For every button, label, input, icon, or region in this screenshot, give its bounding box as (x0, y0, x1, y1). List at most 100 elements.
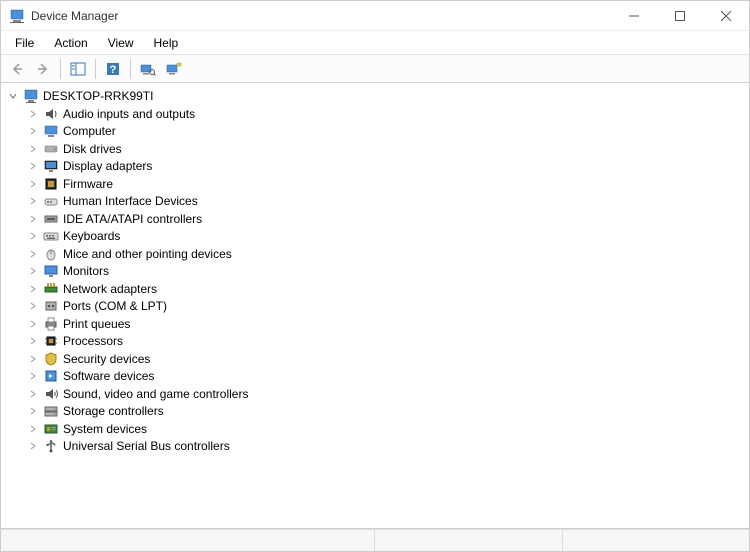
help-button[interactable]: ? (101, 58, 125, 80)
tree-item-label: Storage controllers (63, 404, 164, 418)
audio-icon (43, 106, 59, 122)
tree-item-label: Human Interface Devices (63, 194, 198, 208)
tree-item-label: Network adapters (63, 282, 157, 296)
keyboard-icon (43, 228, 59, 244)
tree-item-label: Audio inputs and outputs (63, 107, 195, 121)
chevron-right-icon[interactable] (27, 440, 39, 452)
tree-item-label: Processors (63, 334, 123, 348)
tree-item-label: Universal Serial Bus controllers (63, 439, 230, 453)
forward-button[interactable] (31, 58, 55, 80)
monitor-icon (43, 263, 59, 279)
menu-view[interactable]: View (98, 33, 144, 53)
tree-item[interactable]: Keyboards (5, 228, 749, 246)
close-button[interactable] (703, 1, 749, 31)
device-tree[interactable]: DESKTOP-RRK99TI Audio inputs and outputs… (1, 83, 749, 529)
tree-root-node[interactable]: DESKTOP-RRK99TI (5, 87, 749, 105)
tree-item-label: Sound, video and game controllers (63, 387, 248, 401)
chevron-right-icon[interactable] (27, 405, 39, 417)
port-icon (43, 298, 59, 314)
chevron-right-icon[interactable] (27, 125, 39, 137)
tree-item[interactable]: Computer (5, 123, 749, 141)
tree-item[interactable]: Firmware (5, 175, 749, 193)
network-icon (43, 281, 59, 297)
window-controls (611, 1, 749, 31)
chevron-right-icon[interactable] (27, 335, 39, 347)
usb-icon (43, 438, 59, 454)
chevron-right-icon[interactable] (27, 423, 39, 435)
chevron-right-icon[interactable] (27, 143, 39, 155)
tree-item[interactable]: Monitors (5, 263, 749, 281)
toolbar: ? (1, 55, 749, 83)
chevron-right-icon[interactable] (27, 108, 39, 120)
display-icon (43, 158, 59, 174)
tree-item[interactable]: Display adapters (5, 158, 749, 176)
chevron-right-icon[interactable] (27, 195, 39, 207)
tree-item[interactable]: Mice and other pointing devices (5, 245, 749, 263)
chevron-down-icon[interactable] (7, 90, 19, 102)
menu-help[interactable]: Help (144, 33, 189, 53)
tree-item-label: System devices (63, 422, 147, 436)
tree-item[interactable]: Processors (5, 333, 749, 351)
tree-item[interactable]: Print queues (5, 315, 749, 333)
add-legacy-hardware-button[interactable] (162, 58, 186, 80)
security-icon (43, 351, 59, 367)
chevron-right-icon[interactable] (27, 265, 39, 277)
tree-item[interactable]: Disk drives (5, 140, 749, 158)
cpu-icon (43, 333, 59, 349)
tree-item[interactable]: IDE ATA/ATAPI controllers (5, 210, 749, 228)
ide-icon (43, 211, 59, 227)
minimize-button[interactable] (611, 1, 657, 31)
statusbar (1, 529, 749, 551)
status-cell (562, 530, 750, 551)
chevron-right-icon[interactable] (27, 370, 39, 382)
tree-item[interactable]: Universal Serial Bus controllers (5, 438, 749, 456)
hid-icon (43, 193, 59, 209)
tree-item[interactable]: Security devices (5, 350, 749, 368)
tree-item[interactable]: Audio inputs and outputs (5, 105, 749, 123)
chevron-right-icon[interactable] (27, 353, 39, 365)
chevron-right-icon[interactable] (27, 230, 39, 242)
system-icon (43, 421, 59, 437)
tree-item[interactable]: Storage controllers (5, 403, 749, 421)
chevron-right-icon[interactable] (27, 178, 39, 190)
chevron-right-icon[interactable] (27, 160, 39, 172)
window-title: Device Manager (31, 9, 611, 23)
tree-item-label: Security devices (63, 352, 150, 366)
tree-item-label: Display adapters (63, 159, 152, 173)
toolbar-separator (130, 59, 131, 79)
tree-item[interactable]: Sound, video and game controllers (5, 385, 749, 403)
back-button[interactable] (5, 58, 29, 80)
tree-item[interactable]: Ports (COM & LPT) (5, 298, 749, 316)
toolbar-separator (60, 59, 61, 79)
firmware-icon (43, 176, 59, 192)
tree-item-label: Ports (COM & LPT) (63, 299, 167, 313)
menu-file[interactable]: File (5, 33, 44, 53)
chevron-right-icon[interactable] (27, 388, 39, 400)
tree-item-label: Disk drives (63, 142, 122, 156)
chevron-right-icon[interactable] (27, 248, 39, 260)
tree-item-label: Keyboards (63, 229, 120, 243)
tree-item[interactable]: Network adapters (5, 280, 749, 298)
chevron-right-icon[interactable] (27, 283, 39, 295)
mouse-icon (43, 246, 59, 262)
tree-item-label: Monitors (63, 264, 109, 278)
maximize-button[interactable] (657, 1, 703, 31)
tree-item-label: Firmware (63, 177, 113, 191)
app-icon (9, 8, 25, 24)
tree-item-label: Software devices (63, 369, 154, 383)
tree-item[interactable]: Software devices (5, 368, 749, 386)
toolbar-separator (95, 59, 96, 79)
tree-item-label: Computer (63, 124, 116, 138)
chevron-right-icon[interactable] (27, 318, 39, 330)
tree-item[interactable]: System devices (5, 420, 749, 438)
chevron-right-icon[interactable] (27, 300, 39, 312)
tree-item[interactable]: Human Interface Devices (5, 193, 749, 211)
chevron-right-icon[interactable] (27, 213, 39, 225)
tree-root-label: DESKTOP-RRK99TI (43, 89, 153, 103)
show-hide-tree-button[interactable] (66, 58, 90, 80)
svg-text:?: ? (110, 64, 117, 76)
sound-icon (43, 386, 59, 402)
menu-action[interactable]: Action (44, 33, 97, 53)
scan-hardware-button[interactable] (136, 58, 160, 80)
printer-icon (43, 316, 59, 332)
